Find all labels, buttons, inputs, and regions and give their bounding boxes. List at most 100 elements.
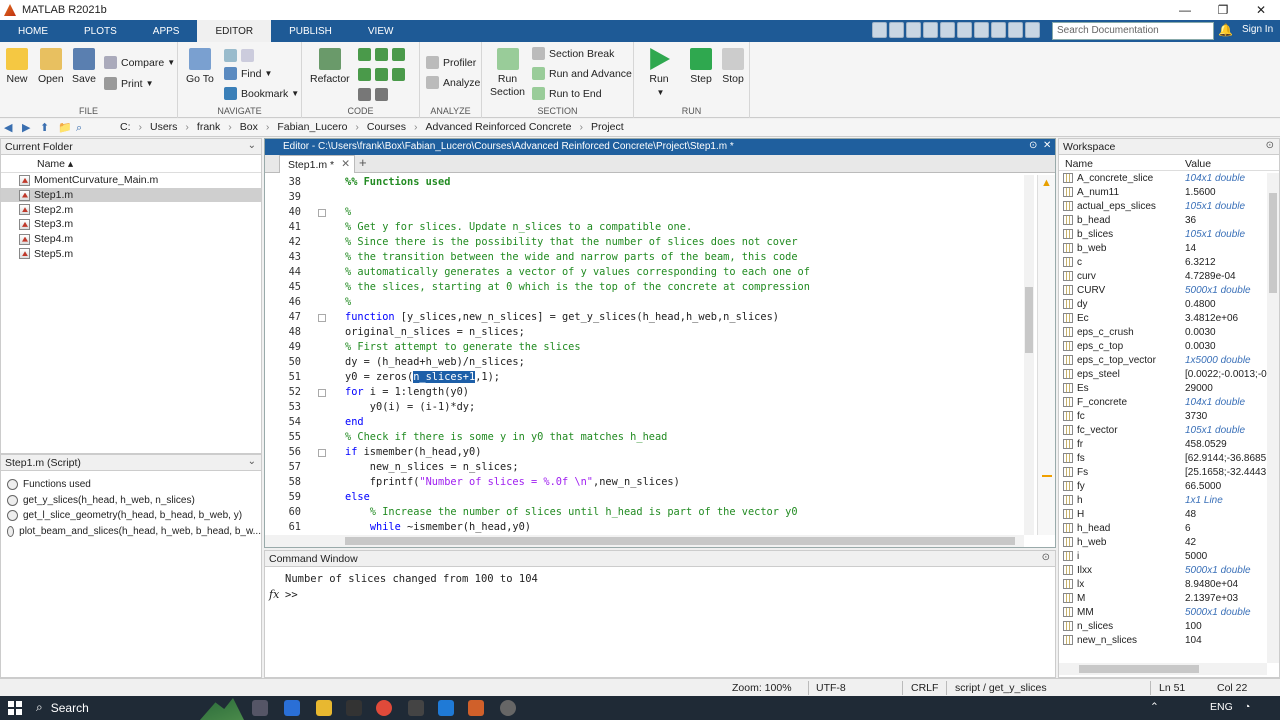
workspace-variable-row[interactable]: b_web 14 bbox=[1059, 241, 1279, 255]
tab-apps[interactable]: APPS bbox=[135, 20, 198, 42]
crumb-box[interactable]: Box bbox=[240, 121, 258, 133]
copilot-icon[interactable] bbox=[284, 700, 300, 716]
language-indicator[interactable]: ENG bbox=[1210, 701, 1233, 713]
code-line[interactable]: 44 % automatically generates a vector of … bbox=[265, 265, 1040, 280]
windows-start-icon[interactable] bbox=[8, 701, 22, 715]
workspace-variable-row[interactable]: b_head 36 bbox=[1059, 213, 1279, 227]
workspace-variable-row[interactable]: fy 66.5000 bbox=[1059, 479, 1279, 493]
open-button[interactable]: Open bbox=[38, 48, 64, 86]
collapse-icon[interactable]: ⌄ bbox=[248, 456, 256, 467]
taskbar-search[interactable]: ⌕ Search bbox=[36, 700, 89, 715]
section-break-button[interactable]: Section Break bbox=[532, 47, 614, 60]
name-column-header[interactable]: Name ▴ bbox=[1, 155, 261, 173]
close-button[interactable]: ✕ bbox=[1242, 0, 1280, 20]
workspace-variable-row[interactable]: Ec 3.4812e+06 bbox=[1059, 311, 1279, 325]
help-icon[interactable] bbox=[991, 22, 1006, 38]
tray-chevron-icon[interactable]: ⌃ bbox=[1150, 701, 1159, 713]
crumb-arc[interactable]: Advanced Reinforced Concrete bbox=[426, 121, 572, 133]
ws-scroll-thumb[interactable] bbox=[1269, 193, 1277, 293]
obs-icon[interactable] bbox=[500, 700, 516, 716]
panel-options-icon[interactable]: ⌄ bbox=[248, 140, 256, 151]
code-line[interactable]: 53 y0(i) = (i-1)*dy; bbox=[265, 400, 1040, 415]
save-button[interactable]: Save bbox=[72, 48, 96, 86]
search-documentation-input[interactable]: Search Documentation bbox=[1052, 22, 1214, 40]
browse-folder-icon[interactable]: 📁 bbox=[58, 122, 72, 134]
workspace-variable-row[interactable]: eps_c_crush 0.0030 bbox=[1059, 325, 1279, 339]
code-gutter[interactable] bbox=[301, 430, 345, 445]
nav-arrows[interactable] bbox=[224, 49, 258, 62]
code-line[interactable]: 40% bbox=[265, 205, 1040, 220]
workspace-variable-row[interactable]: M 2.1397e+03 bbox=[1059, 591, 1279, 605]
code-gutter[interactable] bbox=[301, 505, 345, 520]
hscroll-thumb[interactable] bbox=[345, 537, 1015, 545]
code-gutter[interactable] bbox=[301, 355, 345, 370]
chrome-icon[interactable] bbox=[376, 700, 392, 716]
code-tools-row[interactable] bbox=[358, 88, 392, 101]
code-line[interactable]: 57 new_n_slices = n_slices; bbox=[265, 460, 1040, 475]
workspace-variable-row[interactable]: Ilxx 5000x1 double bbox=[1059, 563, 1279, 577]
code-line[interactable]: 48 original_n_slices = n_slices; bbox=[265, 325, 1040, 340]
code-line[interactable]: 45 % the slices, starting at 0 which is t… bbox=[265, 280, 1040, 295]
minimize-button[interactable]: — bbox=[1166, 0, 1204, 20]
run-and-advance-button[interactable]: Run and Advance bbox=[532, 67, 632, 80]
compare-button[interactable]: Compare ▼ bbox=[104, 56, 175, 69]
workspace-variable-row[interactable]: dy 0.4800 bbox=[1059, 297, 1279, 311]
workspace-variable-row[interactable]: curv 4.7289e-04 bbox=[1059, 269, 1279, 283]
crumb-project[interactable]: Project bbox=[591, 121, 624, 133]
command-options-icon[interactable]: ⊙ bbox=[1042, 552, 1050, 563]
run-button[interactable]: Run ▼ bbox=[648, 48, 670, 99]
code-line[interactable]: 55 % Check if there is some y in y0 that … bbox=[265, 430, 1040, 445]
crumb-courses[interactable]: Courses bbox=[367, 121, 406, 133]
warning-icon[interactable]: ▲ bbox=[1041, 177, 1052, 189]
code-gutter[interactable] bbox=[301, 445, 345, 460]
redo-icon[interactable] bbox=[957, 22, 972, 38]
workspace-variable-row[interactable]: MM 5000x1 double bbox=[1059, 605, 1279, 619]
code-gutter[interactable] bbox=[301, 415, 345, 430]
tab-view[interactable]: VIEW bbox=[350, 20, 412, 42]
quick-save-icon[interactable] bbox=[872, 22, 887, 38]
notification-bell-icon[interactable]: 🔔 bbox=[1218, 23, 1233, 37]
file-explorer-icon[interactable] bbox=[316, 700, 332, 716]
profiler-button[interactable]: Profiler bbox=[426, 56, 476, 69]
cut-icon[interactable] bbox=[889, 22, 904, 38]
editor-close-icon[interactable]: ✕ bbox=[1043, 140, 1051, 151]
switch-windows-icon[interactable] bbox=[974, 22, 989, 38]
tab-close-icon[interactable]: ✕ bbox=[341, 158, 350, 170]
undo-icon[interactable] bbox=[940, 22, 955, 38]
code-line[interactable]: 50 dy = (h_head+h_web)/n_slices; bbox=[265, 355, 1040, 370]
step-button[interactable]: Step bbox=[690, 48, 712, 86]
notion-icon[interactable] bbox=[408, 700, 424, 716]
workspace-variable-row[interactable]: eps_steel [0.0022;-0.0013;-0. bbox=[1059, 367, 1279, 381]
function-item[interactable]: get_l_slice_geometry(h_head, b_head, b_w… bbox=[1, 508, 261, 524]
analyze-button[interactable]: Analyze bbox=[426, 76, 480, 89]
code-line[interactable]: 42 % Since there is the possibility that … bbox=[265, 235, 1040, 250]
matlab-taskbar-icon[interactable] bbox=[468, 700, 484, 716]
code-gutter[interactable] bbox=[301, 310, 345, 325]
crumb-fabian[interactable]: Fabian_Lucero bbox=[277, 121, 347, 133]
editor-horizontal-scrollbar[interactable] bbox=[265, 535, 1024, 547]
code-line[interactable]: 54 end bbox=[265, 415, 1040, 430]
fold-icon[interactable] bbox=[318, 209, 326, 217]
workspace-variable-row[interactable]: eps_c_top 0.0030 bbox=[1059, 339, 1279, 353]
code-gutter[interactable] bbox=[301, 520, 345, 535]
code-gutter[interactable] bbox=[301, 400, 345, 415]
code-gutter[interactable] bbox=[301, 280, 345, 295]
code-line[interactable]: 46% bbox=[265, 295, 1040, 310]
tab-plots[interactable]: PLOTS bbox=[66, 20, 135, 42]
up-folder-icon[interactable]: ⬆ bbox=[40, 122, 54, 134]
workspace-vertical-scrollbar[interactable] bbox=[1267, 173, 1279, 663]
code-line[interactable]: 43 % the transition between the wide and … bbox=[265, 250, 1040, 265]
code-gutter[interactable] bbox=[301, 205, 345, 220]
vscode-icon[interactable] bbox=[438, 700, 454, 716]
code-gutter[interactable] bbox=[301, 370, 345, 385]
file-item[interactable]: Step1.m bbox=[1, 187, 261, 203]
workspace-variable-row[interactable]: A_concrete_slice 104x1 double bbox=[1059, 171, 1279, 185]
workspace-variable-row[interactable]: i 5000 bbox=[1059, 549, 1279, 563]
code-gutter[interactable] bbox=[301, 265, 345, 280]
code-gutter[interactable] bbox=[301, 340, 345, 355]
workspace-variable-row[interactable]: F_concrete 104x1 double bbox=[1059, 395, 1279, 409]
code-gutter[interactable] bbox=[301, 295, 345, 310]
code-line[interactable]: 61 while ~ismember(h_head,y0) bbox=[265, 520, 1040, 535]
tab-step1[interactable]: Step1.m * ✕ bbox=[279, 155, 355, 173]
terminal-icon[interactable] bbox=[346, 700, 362, 716]
